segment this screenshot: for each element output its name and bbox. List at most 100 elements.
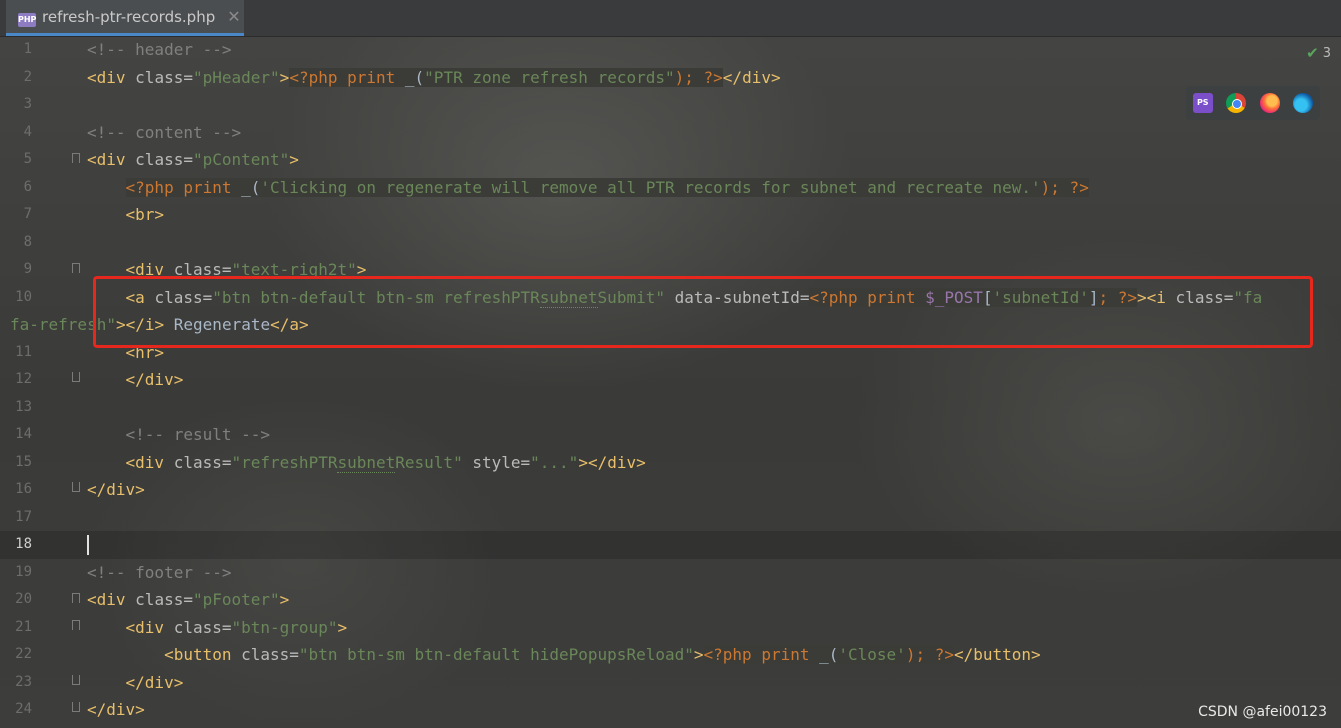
line-number: 12 [15,371,32,387]
line-number: 14 [15,426,32,442]
attribute: class= [135,150,193,169]
tag: > [337,617,348,637]
chrome-icon[interactable] [1226,93,1247,113]
php-string: 'Clicking on regenerate will remove all … [260,177,1041,197]
tab-refresh-ptr-records[interactable]: PHP refresh-ptr-records.php ✕ [6,0,244,36]
php-open: <?php [289,67,348,87]
line-number: 5 [23,151,32,167]
fold-icon[interactable] [72,593,80,603]
attribute: class= [173,617,232,637]
php-close: ); ?> [674,67,723,87]
php-close: ); ?> [1040,177,1089,197]
close-icon[interactable]: ✕ [227,7,240,26]
php-string: 'Close' [838,645,906,664]
tag: > [289,150,299,169]
edge-icon[interactable] [1293,93,1314,113]
tag: <div [125,452,174,472]
line-number: 3 [23,96,32,112]
attribute-value: "..." [530,452,579,472]
tag: </div> [125,672,184,692]
inspection-count: 3 [1322,45,1331,61]
line-number: 8 [23,233,32,250]
line-number: 1 [23,41,32,57]
line-number: 23 [15,673,32,690]
php-function: _( [241,177,261,197]
line-number: 6 [23,178,32,195]
tag: </div> [125,370,184,389]
code-line-16: </div> [87,476,145,504]
attribute: class= [173,452,232,472]
php-file-icon: PHP [18,12,36,27]
line-number: 4 [23,123,32,140]
line-number: 2 [23,68,32,85]
comment: <!-- header --> [87,40,232,59]
code-line-15: <div class="refreshPTRsubnetResult" styl… [87,449,646,477]
line-number: 10 [15,288,32,305]
code-line-22: <button class="btn btn-sm btn-default hi… [87,641,1041,669]
code-line-2: <div class="pHeader"><?php print _("PTR … [87,64,781,92]
code-line-4: <!-- content --> [87,119,241,147]
code-line-20: <div class="pFooter"> [87,586,289,614]
red-annotation-box [93,276,1313,348]
line-number-gutter: 1 2 3 4 5 6 7 8 9 10 11 12 13 14 15 16 1… [0,36,80,728]
line-number: 20 [15,591,32,607]
tag: ></div> [578,452,646,472]
php-open: <?php [125,177,184,197]
tag: <div [87,67,136,87]
php-function: _( [819,645,839,664]
line-number: 22 [15,646,32,662]
editor-tab-bar: PHP refresh-ptr-records.php ✕ [0,0,1341,37]
line-number: 17 [15,508,32,525]
fold-end-icon[interactable] [72,702,80,712]
watermark: CSDN @afei00123 [1198,704,1327,720]
code-line-24: </div> [87,696,145,724]
tag: <button [164,645,242,664]
tag: > [693,645,704,664]
tag: <div [125,617,174,637]
fold-icon[interactable] [72,620,80,630]
tag: </div> [722,67,781,87]
tag: </div> [87,480,145,499]
line-number: 11 [15,343,32,360]
attribute: class= [135,67,193,87]
php-function: _( [404,67,425,87]
line-number-current: 18 [15,536,32,552]
fold-icon[interactable] [72,153,80,163]
attribute-value: "btn btn-sm btn-default hidePopupsReload… [298,645,694,664]
tag: <div [87,590,136,609]
code-line-23: </div> [87,669,184,697]
tag: </button> [953,645,1041,664]
line-number: 9 [23,261,32,277]
browser-preview-toolbar: PS [1186,86,1320,120]
code-line-21: <div class="btn-group"> [87,614,348,642]
tag: > [279,67,290,87]
code-line-7: <br> [87,201,165,229]
inspection-widget[interactable]: ✔ 3 [1306,44,1331,62]
fold-end-icon[interactable] [72,372,80,382]
line-number: 13 [15,398,32,415]
fold-end-icon[interactable] [72,482,80,492]
check-icon: ✔ [1306,44,1319,62]
fold-end-icon[interactable] [72,675,80,685]
code-line-1: <!-- header --> [87,36,232,64]
php-keyword: print [761,645,820,664]
attribute-value: "pFooter" [192,590,280,609]
php-keyword: print [347,67,405,87]
firefox-icon[interactable] [1259,93,1280,113]
php-open: <?php [703,645,762,664]
fold-icon[interactable] [72,263,80,273]
attribute-value: "pHeader" [192,67,280,87]
tag: <div [87,150,136,169]
line-number: 21 [15,618,32,635]
php-keyword: print [183,177,242,197]
php-string: "PTR zone refresh records" [424,67,675,87]
phpstorm-icon[interactable]: PS [1192,93,1213,113]
comment: <!-- content --> [87,122,242,142]
attribute-value: "btn-group" [231,617,338,637]
attribute-value: "refreshPTR [231,452,338,472]
php-close: ); ?> [905,645,954,664]
attribute: style= [462,452,531,472]
tag: <br> [125,205,165,224]
code-line-5: <div class="pContent"> [87,146,299,174]
line-number: 15 [15,453,32,470]
